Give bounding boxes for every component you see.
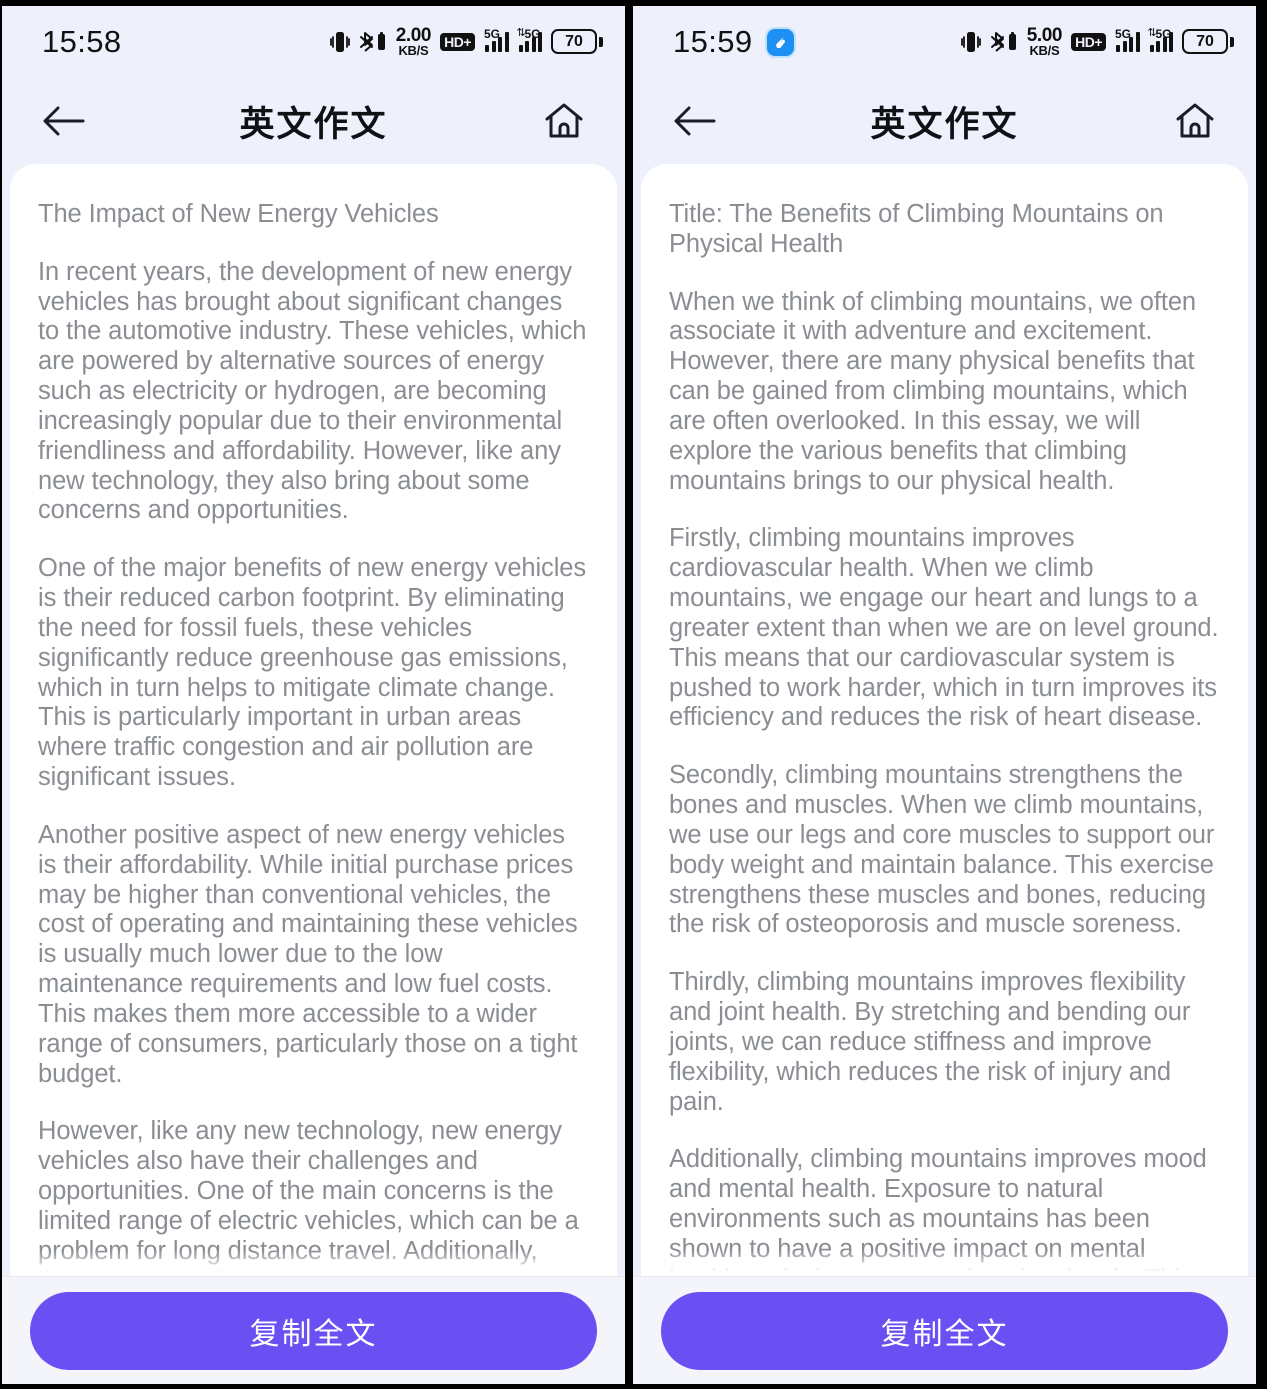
essay-body: The Impact of New Energy Vehicles In rec… — [38, 200, 589, 1276]
battery-level: 70 — [1182, 29, 1228, 55]
status-clock: 15:58 — [42, 24, 122, 59]
copy-full-text-button[interactable]: 复制全文 — [30, 1291, 597, 1370]
essay-paragraph: However, like any new technology, new en… — [38, 1117, 582, 1276]
status-bar-right: 5.00 KB/S HD+ 5G ⇅ 5G 70 — [960, 26, 1234, 58]
essay-paragraph: Firstly, climbing mountains improves car… — [669, 524, 1219, 732]
network-speed-unit: KB/S — [1029, 42, 1060, 58]
status-bar-left: 15:58 — [42, 24, 122, 60]
status-bar: 15:58 2.00 KB/S HD+ 5G ⇅ 5G 70 — [2, 6, 625, 78]
dual-screenshot-container: 15:58 2.00 KB/S HD+ 5G ⇅ 5G 70 英文作文 The … — [0, 0, 1267, 1389]
essay-paragraph: Thirdly, climbing mountains improves fle… — [669, 968, 1191, 1116]
app-notification-icon — [766, 28, 794, 56]
content-card-wrapper: Title: The Benefits of Climbing Mountain… — [633, 164, 1256, 1276]
network-speed-unit: KB/S — [398, 42, 429, 58]
app-bar: 英文作文 — [633, 78, 1256, 164]
content-card-wrapper: The Impact of New Energy Vehicles In rec… — [2, 164, 625, 1276]
essay-card[interactable]: The Impact of New Energy Vehicles In rec… — [10, 164, 617, 1276]
signal-5g-dual-icon: ⇅ 5G — [1148, 27, 1173, 52]
essay-paragraph: When we think of climbing mountains, we … — [669, 287, 1197, 495]
network-speed-indicator: 2.00 KB/S — [396, 26, 432, 58]
signal-5g-label: 5G — [1115, 26, 1132, 41]
battery-icon: 70 — [551, 29, 603, 55]
network-speed-indicator: 5.00 KB/S — [1027, 26, 1063, 58]
signal-5g-icon: 5G — [1115, 28, 1140, 52]
bluetooth-battery-icon — [359, 30, 387, 54]
phone-screen-left: 15:58 2.00 KB/S HD+ 5G ⇅ 5G 70 英文作文 The … — [0, 0, 629, 1389]
status-bar-left: 15:59 — [673, 24, 794, 60]
back-arrow-icon[interactable] — [36, 94, 90, 148]
essay-card[interactable]: Title: The Benefits of Climbing Mountain… — [641, 164, 1248, 1276]
signal-5g-dual-icon: ⇅ 5G — [517, 27, 542, 52]
vibrate-icon — [329, 30, 350, 54]
bluetooth-battery-icon — [990, 30, 1018, 54]
essay-paragraph: Title: The Benefits of Climbing Mountain… — [669, 200, 1164, 258]
essay-paragraph: One of the major benefits of new energy … — [38, 554, 587, 792]
battery-level: 70 — [551, 29, 597, 55]
battery-nub — [1230, 36, 1234, 47]
home-icon[interactable] — [537, 94, 591, 148]
essay-paragraph: The Impact of New Energy Vehicles — [38, 200, 439, 228]
essay-paragraph: Secondly, climbing mountains strengthens… — [669, 761, 1215, 939]
footer-bar: 复制全文 — [633, 1276, 1256, 1384]
status-bar-right: 2.00 KB/S HD+ 5G ⇅ 5G 70 — [329, 26, 603, 58]
essay-paragraph: In recent years, the development of new … — [38, 257, 587, 525]
hd-plus-icon: HD+ — [440, 32, 475, 51]
status-bar: 15:59 5.00 KB/S HD+ 5G ⇅ 5G 70 — [633, 6, 1256, 78]
essay-paragraph: Another positive aspect of new energy ve… — [38, 820, 578, 1088]
signal-5g-label: 5G — [484, 26, 501, 41]
page-title: 英文作文 — [870, 104, 1019, 145]
essay-paragraph: Additionally, climbing mountains improve… — [669, 1145, 1207, 1276]
hd-plus-icon: HD+ — [1071, 32, 1106, 51]
vibrate-icon — [960, 30, 981, 54]
home-icon[interactable] — [1168, 94, 1222, 148]
battery-icon: 70 — [1182, 29, 1234, 55]
back-arrow-icon[interactable] — [667, 94, 721, 148]
footer-bar: 复制全文 — [2, 1276, 625, 1384]
status-clock: 15:59 — [673, 24, 753, 59]
battery-nub — [599, 36, 603, 47]
signal-5g-label-secondary: 5G — [524, 26, 541, 41]
phone-screen-right: 15:59 5.00 KB/S HD+ 5G ⇅ 5G 70 英文作文 Titl… — [629, 0, 1258, 1389]
signal-5g-label-secondary: 5G — [1155, 26, 1172, 41]
app-bar: 英文作文 — [2, 78, 625, 164]
signal-5g-icon: 5G — [484, 28, 509, 52]
page-title: 英文作文 — [239, 104, 388, 145]
copy-full-text-button[interactable]: 复制全文 — [661, 1291, 1228, 1370]
essay-body: Title: The Benefits of Climbing Mountain… — [669, 200, 1220, 1276]
